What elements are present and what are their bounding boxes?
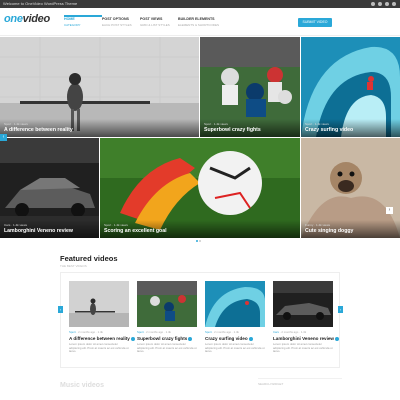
hero-tile-goal[interactable]: Sport · 1.4k views Scoring an excellent … (100, 138, 300, 238)
verified-icon (188, 336, 193, 341)
hero-tile-surfing[interactable]: Sport · 1.4k views Crazy surfing video (301, 37, 400, 137)
card-thumb-reality (69, 281, 129, 327)
featured-title: Featured videos (60, 254, 118, 263)
hero-title[interactable]: A difference between reality (4, 127, 73, 133)
verified-icon (248, 336, 253, 341)
card-thumb-surfing (205, 281, 265, 327)
top-bar: Welcome to OneVideo WordPress Theme (0, 0, 400, 8)
site-header: onevideo HOME CATEGORY POST OPTIONS EACH… (0, 8, 400, 36)
featured-next-arrow[interactable]: › (338, 306, 343, 313)
slider-dot[interactable] (199, 240, 201, 242)
hero-tile-lamborghini[interactable]: Cars · 1.4k views Lamborghini Veneno rev… (0, 138, 99, 238)
nav-item-post-views[interactable]: POST VIEWS GRID & LIST STYLES (140, 17, 178, 27)
nav-item-builder-elements[interactable]: BUILDER ELEMENTS ELEMENTS & SHORTCODES (178, 17, 238, 27)
hero-next-arrow[interactable]: › (386, 207, 393, 214)
nav-item-post-options[interactable]: POST OPTIONS EACH POST STYLES (102, 17, 140, 27)
twitter-icon[interactable] (378, 2, 382, 6)
verified-icon (335, 336, 340, 341)
site-logo[interactable]: onevideo (4, 13, 50, 25)
verified-icon (130, 336, 135, 341)
featured-carousel: ‹ Sport · 2 months ago · 1.4k A differen… (58, 272, 343, 368)
music-videos-title: Music videos (60, 382, 104, 389)
card-thumb-superbowl (137, 281, 197, 327)
sidebar-widget: SEARCH WIDGET (258, 378, 342, 400)
rss-icon[interactable] (392, 2, 396, 6)
hero-tile-reality[interactable]: Sport · 1.4k views A difference between … (0, 37, 199, 137)
welcome-text: Welcome to OneVideo WordPress Theme (3, 1, 78, 6)
slider-dots (196, 240, 201, 242)
featured-card[interactable]: Sport · 2 months ago · 1.4k Crazy surfin… (205, 281, 265, 354)
google-plus-icon[interactable] (385, 2, 389, 6)
nav-item-home[interactable]: HOME CATEGORY (64, 15, 102, 27)
facebook-icon[interactable] (371, 2, 375, 6)
main-nav: HOME CATEGORY POST OPTIONS EACH POST STY… (64, 15, 238, 27)
submit-video-button[interactable]: SUBMIT VIDEO (298, 18, 332, 27)
featured-card[interactable]: Sport · 2 months ago · 1.4k A difference… (69, 281, 135, 354)
hero-tile-superbowl[interactable]: Sport · 1.4k views Superbowl crazy fight… (200, 37, 300, 137)
card-thumb-lamborghini (273, 281, 333, 327)
hero-tile-doggy[interactable]: Funny · 1.4k views Cute singing doggy (301, 138, 400, 238)
hero-meta: Sport · 1.4k views (4, 122, 28, 126)
social-links (371, 2, 396, 6)
featured-prev-arrow[interactable]: ‹ (58, 306, 63, 313)
featured-card[interactable]: Sport · 2 months ago · 1.4k Superbowl cr… (137, 281, 197, 354)
featured-subtitle: THE BEST VIDEOS (60, 264, 87, 268)
widget-title: SEARCH WIDGET (258, 382, 284, 386)
hero-prev-arrow[interactable]: ‹ (0, 134, 7, 141)
slider-dot[interactable] (196, 240, 198, 242)
featured-card[interactable]: Cars · 2 months ago · 1.4k Lamborghini V… (273, 281, 340, 354)
